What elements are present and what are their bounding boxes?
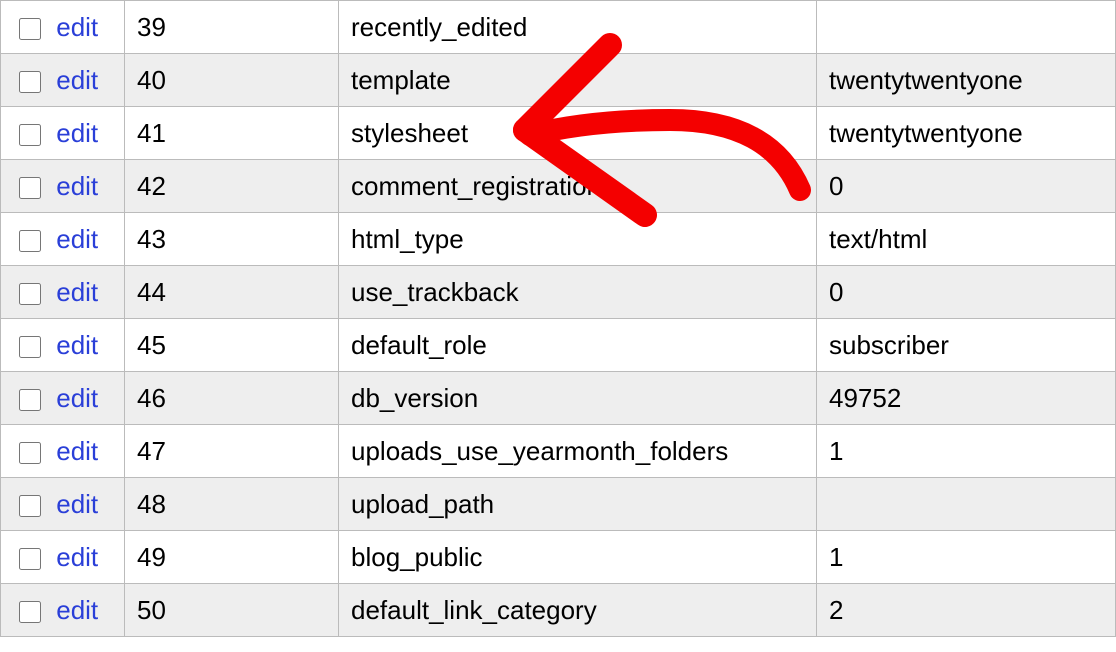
id-cell: 50: [125, 584, 339, 637]
value-cell: 0: [817, 266, 1116, 319]
table-row: edit 45 default_role subscriber: [1, 319, 1116, 372]
edit-link[interactable]: edit: [56, 118, 98, 148]
value-cell: 2: [817, 584, 1116, 637]
name-cell: default_role: [339, 319, 817, 372]
table-row: edit 39 recently_edited: [1, 1, 1116, 54]
action-cell: edit: [1, 107, 125, 160]
value-cell: [817, 1, 1116, 54]
id-cell: 48: [125, 478, 339, 531]
row-checkbox[interactable]: [19, 442, 41, 464]
value-cell: subscriber: [817, 319, 1116, 372]
table-row: edit 43 html_type text/html: [1, 213, 1116, 266]
id-cell: 39: [125, 1, 339, 54]
table-row: edit 49 blog_public 1: [1, 531, 1116, 584]
id-cell: 42: [125, 160, 339, 213]
row-checkbox[interactable]: [19, 18, 41, 40]
id-cell: 40: [125, 54, 339, 107]
table-row: edit 46 db_version 49752: [1, 372, 1116, 425]
id-cell: 47: [125, 425, 339, 478]
row-checkbox[interactable]: [19, 283, 41, 305]
name-cell: recently_edited: [339, 1, 817, 54]
table-row: edit 41 stylesheet twentytwentyone: [1, 107, 1116, 160]
id-cell: 49: [125, 531, 339, 584]
edit-link[interactable]: edit: [56, 65, 98, 95]
edit-link[interactable]: edit: [56, 383, 98, 413]
row-checkbox[interactable]: [19, 124, 41, 146]
row-checkbox[interactable]: [19, 548, 41, 570]
table-row: edit 47 uploads_use_yearmonth_folders 1: [1, 425, 1116, 478]
name-cell: uploads_use_yearmonth_folders: [339, 425, 817, 478]
row-checkbox[interactable]: [19, 230, 41, 252]
action-cell: edit: [1, 584, 125, 637]
action-cell: edit: [1, 319, 125, 372]
action-cell: edit: [1, 425, 125, 478]
name-cell: blog_public: [339, 531, 817, 584]
value-cell: text/html: [817, 213, 1116, 266]
row-checkbox[interactable]: [19, 389, 41, 411]
row-checkbox[interactable]: [19, 601, 41, 623]
row-checkbox[interactable]: [19, 495, 41, 517]
edit-link[interactable]: edit: [56, 224, 98, 254]
action-cell: edit: [1, 213, 125, 266]
value-cell: twentytwentyone: [817, 54, 1116, 107]
edit-link[interactable]: edit: [56, 277, 98, 307]
id-cell: 44: [125, 266, 339, 319]
action-cell: edit: [1, 160, 125, 213]
table-row: edit 44 use_trackback 0: [1, 266, 1116, 319]
edit-link[interactable]: edit: [56, 171, 98, 201]
edit-link[interactable]: edit: [56, 595, 98, 625]
name-cell: db_version: [339, 372, 817, 425]
edit-link[interactable]: edit: [56, 12, 98, 42]
edit-link[interactable]: edit: [56, 330, 98, 360]
action-cell: edit: [1, 531, 125, 584]
id-cell: 46: [125, 372, 339, 425]
edit-link[interactable]: edit: [56, 436, 98, 466]
name-cell: comment_registration: [339, 160, 817, 213]
table-row: edit 40 template twentytwentyone: [1, 54, 1116, 107]
action-cell: edit: [1, 478, 125, 531]
name-cell: stylesheet: [339, 107, 817, 160]
value-cell: [817, 478, 1116, 531]
action-cell: edit: [1, 266, 125, 319]
options-table: edit 39 recently_edited edit 40 template…: [0, 0, 1116, 637]
value-cell: 1: [817, 425, 1116, 478]
name-cell: html_type: [339, 213, 817, 266]
value-cell: 0: [817, 160, 1116, 213]
edit-link[interactable]: edit: [56, 489, 98, 519]
table-row: edit 50 default_link_category 2: [1, 584, 1116, 637]
name-cell: default_link_category: [339, 584, 817, 637]
row-checkbox[interactable]: [19, 177, 41, 199]
id-cell: 41: [125, 107, 339, 160]
action-cell: edit: [1, 372, 125, 425]
id-cell: 45: [125, 319, 339, 372]
edit-link[interactable]: edit: [56, 542, 98, 572]
action-cell: edit: [1, 54, 125, 107]
table-row: edit 48 upload_path: [1, 478, 1116, 531]
name-cell: upload_path: [339, 478, 817, 531]
table-row: edit 42 comment_registration 0: [1, 160, 1116, 213]
value-cell: 49752: [817, 372, 1116, 425]
value-cell: 1: [817, 531, 1116, 584]
action-cell: edit: [1, 1, 125, 54]
value-cell: twentytwentyone: [817, 107, 1116, 160]
row-checkbox[interactable]: [19, 71, 41, 93]
id-cell: 43: [125, 213, 339, 266]
name-cell: use_trackback: [339, 266, 817, 319]
row-checkbox[interactable]: [19, 336, 41, 358]
name-cell: template: [339, 54, 817, 107]
